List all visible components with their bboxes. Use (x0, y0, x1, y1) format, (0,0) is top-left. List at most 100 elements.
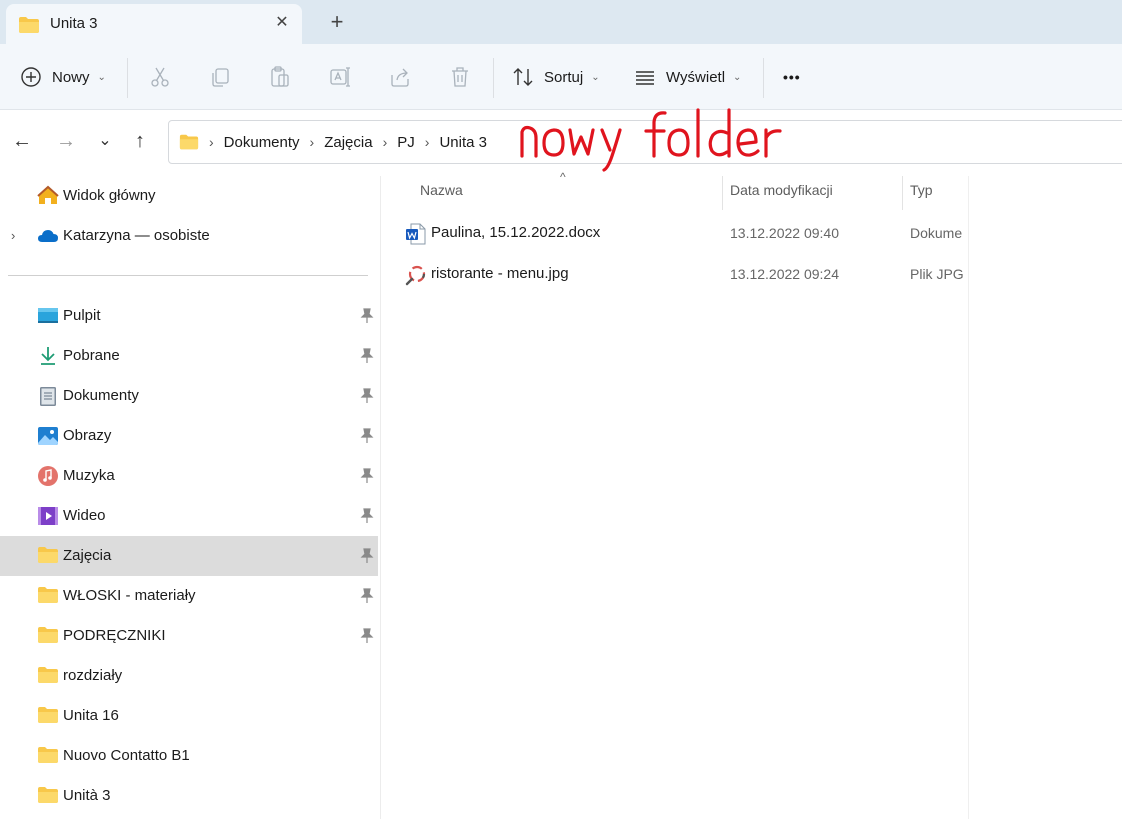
folder-icon (37, 785, 59, 807)
column-header-date[interactable]: Data modyfikacji (730, 182, 833, 198)
handwritten-annotation (520, 108, 782, 172)
sidebar-item-home[interactable]: Widok główny (0, 176, 378, 216)
breadcrumb-pj[interactable]: PJ (397, 134, 415, 151)
pin-icon[interactable] (360, 428, 374, 444)
file-name[interactable]: Paulina, 15.12.2022.docx (431, 224, 600, 241)
sidebar-item-wideo[interactable]: Wideo (0, 496, 378, 536)
paste-icon[interactable] (268, 65, 292, 89)
sidebar-item-zajecia[interactable]: Zajęcia (0, 536, 378, 576)
up-arrow-icon[interactable]: ↑ (128, 128, 152, 154)
breadcrumb-separator-icon[interactable]: › (425, 134, 430, 150)
pin-icon[interactable] (360, 308, 374, 324)
pin-icon[interactable] (360, 628, 374, 644)
folder-icon (37, 625, 59, 647)
sidebar-item-label: rozdziały (63, 667, 123, 684)
column-resize-handle[interactable] (902, 176, 903, 210)
more-options-button[interactable]: ••• (783, 44, 801, 110)
copy-icon[interactable] (208, 65, 232, 89)
sidebar-item-muzyka[interactable]: Muzyka (0, 456, 378, 496)
column-header-type[interactable]: Typ (910, 182, 933, 198)
sidebar-item-label: Nuovo Contatto B1 (63, 747, 190, 764)
expand-chevron-icon[interactable]: › (11, 228, 15, 243)
breadcrumb-dokumenty[interactable]: Dokumenty (224, 134, 300, 151)
navigation-pane: Widok główny › Katarzyna — osobiste Pulp… (0, 176, 380, 819)
close-tab-icon[interactable]: ✕ (272, 13, 292, 33)
rename-icon[interactable] (328, 65, 352, 89)
forward-arrow-icon[interactable]: → (54, 128, 78, 154)
folder-icon (37, 665, 59, 687)
pin-icon[interactable] (360, 348, 374, 364)
sort-button-label: Sortuj (544, 68, 584, 86)
sidebar-item-pulpit[interactable]: Pulpit (0, 296, 378, 336)
file-row[interactable]: Paulina, 15.12.2022.docx 13.12.2022 09:4… (400, 213, 970, 253)
file-type: Plik JPG (910, 266, 964, 282)
sidebar-item-label: Wideo (63, 507, 106, 524)
file-type: Dokume (910, 225, 963, 241)
sidebar-item-label: Pobrane (63, 347, 120, 364)
folder-icon (18, 16, 40, 39)
file-row[interactable]: ristorante - menu.jpg 13.12.2022 09:24 P… (400, 254, 970, 294)
toolbar-divider (763, 58, 764, 98)
music-icon (37, 465, 59, 487)
sidebar-item-label: Unità 3 (63, 787, 111, 804)
documents-icon (37, 385, 59, 407)
delete-icon[interactable] (448, 65, 472, 89)
sidebar-item-rozdzialy[interactable]: rozdziały (0, 656, 378, 696)
word-document-icon (405, 223, 427, 245)
pin-icon[interactable] (360, 388, 374, 404)
sidebar-item-dokumenty[interactable]: Dokumenty (0, 376, 378, 416)
file-date: 13.12.2022 09:40 (730, 225, 839, 241)
cut-icon[interactable] (148, 65, 172, 89)
recent-locations-chevron-icon[interactable]: ⌄ (93, 128, 117, 154)
sidebar-item-pobrane[interactable]: Pobrane (0, 336, 378, 376)
sidebar-item-nuovo-contatto-b1[interactable]: Nuovo Contatto B1 (0, 736, 378, 776)
pane-divider[interactable] (380, 176, 381, 819)
breadcrumb-separator-icon[interactable]: › (383, 134, 388, 150)
pin-icon[interactable] (360, 548, 374, 564)
sort-ascending-icon: ^ (560, 170, 566, 184)
tab-title: Unita 3 (50, 15, 98, 32)
sidebar-item-unita-3[interactable]: Unità 3 (0, 776, 378, 816)
sidebar-item-label: Widok główny (63, 187, 156, 204)
new-button[interactable]: Nowy ⌄ (20, 44, 106, 110)
folder-icon (179, 133, 199, 151)
sidebar-item-wloski-materialy[interactable]: WŁOSKI - materiały (0, 576, 378, 616)
sidebar-item-onedrive[interactable]: › Katarzyna — osobiste (0, 216, 378, 256)
column-header-name[interactable]: Nazwa (420, 182, 463, 198)
new-button-label: Nowy (52, 68, 90, 86)
breadcrumb-separator-icon[interactable]: › (209, 134, 214, 150)
sort-button[interactable]: Sortuj ⌄ (512, 44, 600, 110)
tab-unita-3[interactable]: Unita 3 ✕ (6, 4, 302, 44)
toolbar-divider (127, 58, 128, 98)
sidebar-item-label: PODRĘCZNIKI (63, 627, 166, 644)
share-icon[interactable] (388, 65, 412, 89)
pictures-icon (37, 425, 59, 447)
image-viewer-icon (405, 264, 427, 286)
sidebar-item-podreczniki[interactable]: PODRĘCZNIKI (0, 616, 378, 656)
sidebar-item-label: Muzyka (63, 467, 115, 484)
sidebar-item-label: Katarzyna — osobiste (63, 227, 210, 244)
breadcrumb-zajecia[interactable]: Zajęcia (324, 134, 372, 151)
sort-icon (512, 66, 534, 88)
sidebar-item-unita-16[interactable]: Unita 16 (0, 696, 378, 736)
plus-circle-icon (20, 66, 42, 88)
breadcrumb-unita-3[interactable]: Unita 3 (439, 134, 487, 151)
pin-icon[interactable] (360, 468, 374, 484)
breadcrumb-separator-icon[interactable]: › (310, 134, 315, 150)
view-button[interactable]: Wyświetl ⌄ (634, 44, 741, 110)
breadcrumb: › Dokumenty › Zajęcia › PJ › Unita 3 (179, 121, 487, 163)
video-icon (37, 505, 59, 527)
sidebar-item-label: Obrazy (63, 427, 112, 444)
sidebar-item-label: Zajęcia (63, 547, 112, 564)
file-name[interactable]: ristorante - menu.jpg (431, 265, 569, 282)
sidebar-item-label: Dokumenty (63, 387, 139, 404)
chevron-down-icon: ⌄ (591, 71, 600, 83)
command-bar: Nowy ⌄ Sortuj ⌄ Wyświetl ⌄ ••• (0, 44, 1122, 110)
sidebar-item-obrazy[interactable]: Obrazy (0, 416, 378, 456)
pin-icon[interactable] (360, 588, 374, 604)
back-arrow-icon[interactable]: ← (10, 128, 34, 154)
column-resize-handle[interactable] (722, 176, 723, 210)
file-date: 13.12.2022 09:24 (730, 266, 839, 282)
new-tab-button[interactable]: + (326, 11, 348, 33)
pin-icon[interactable] (360, 508, 374, 524)
